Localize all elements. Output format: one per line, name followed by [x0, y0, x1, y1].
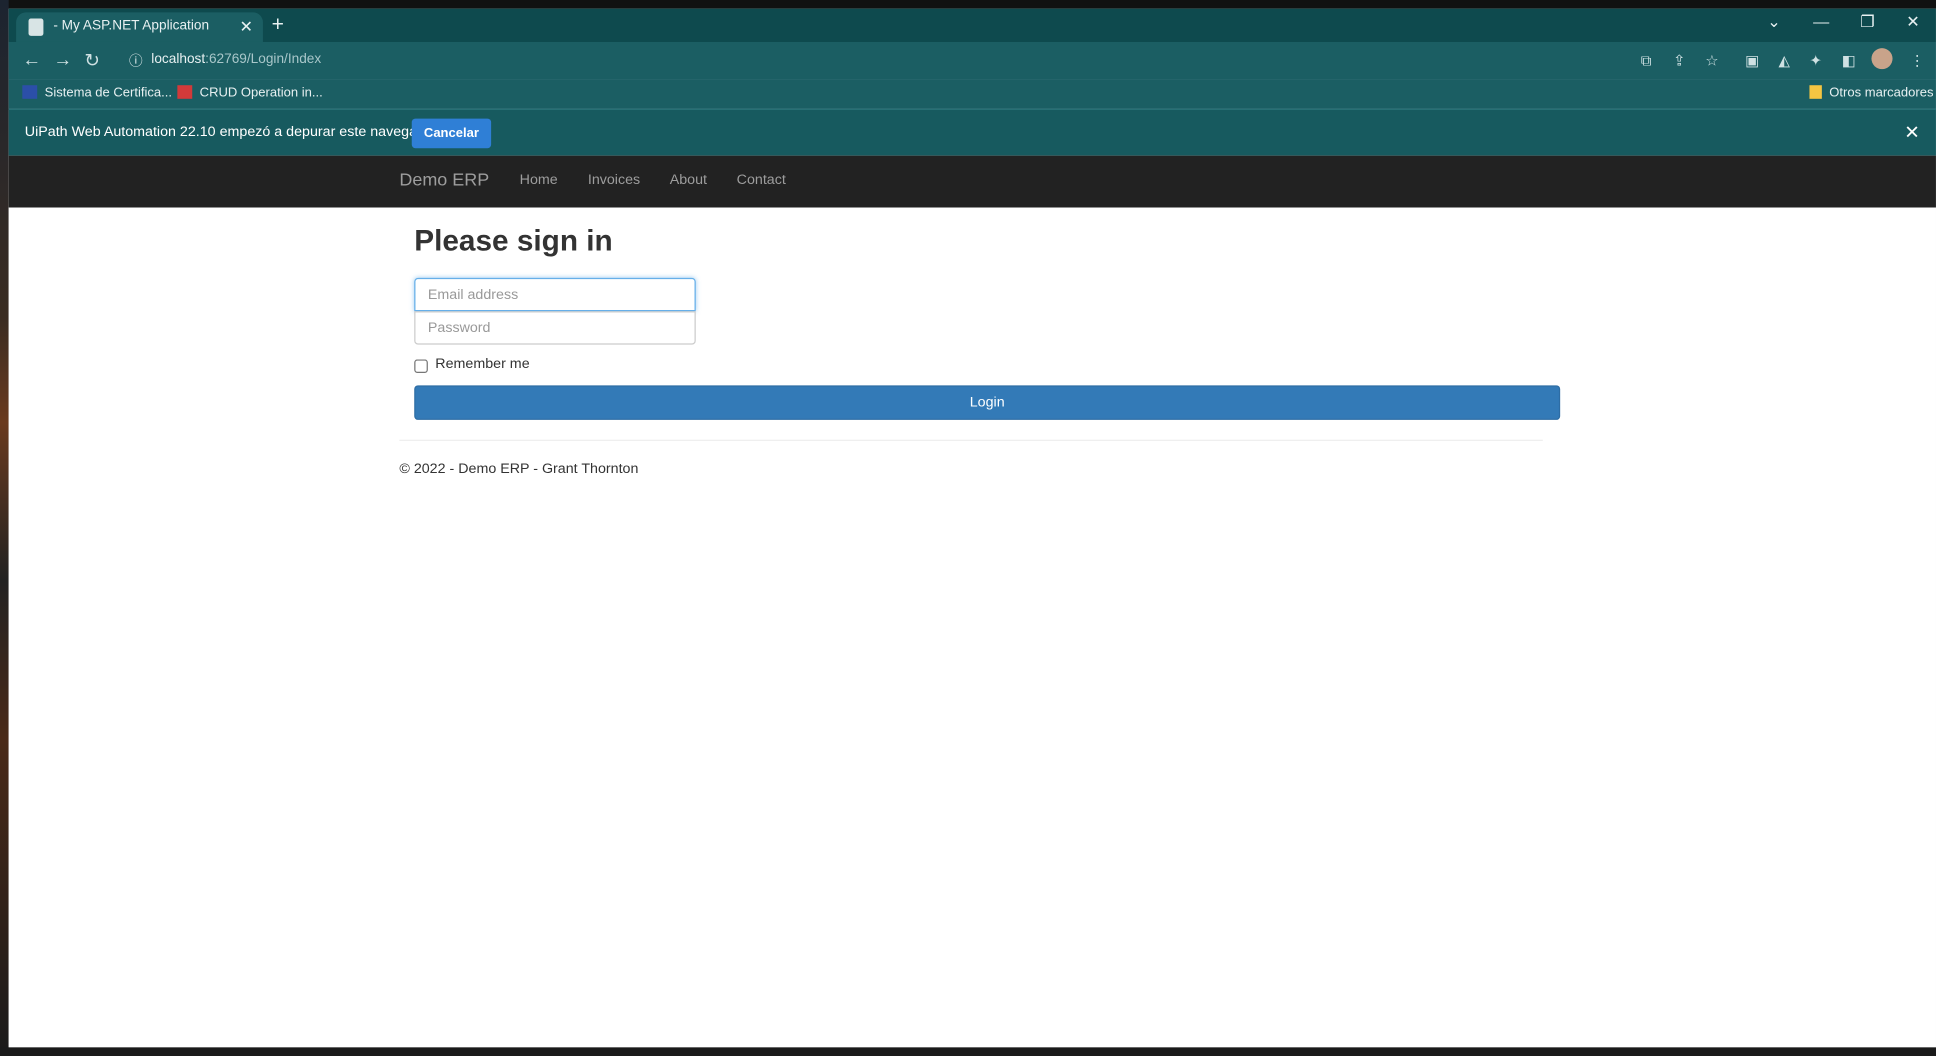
browser-window: - My ASP.NET Application ✕ + ⌄ — ❐ ✕ ← →… — [8, 8, 1936, 1048]
back-icon[interactable]: ← — [22, 49, 41, 70]
bookmarks-bar: Sistema de Certifica... CRUD Operation i… — [8, 79, 1936, 109]
email-field[interactable] — [414, 277, 696, 312]
share-icon[interactable]: ⇪ — [1673, 52, 1685, 69]
window-close-icon[interactable]: ✕ — [1906, 12, 1920, 32]
web-page: Demo ERP Home Invoices About Contact Ple… — [8, 155, 1936, 1048]
url-text: localhost:62769/Login/Index — [151, 51, 322, 67]
infobar-close-icon[interactable]: ✕ — [1904, 121, 1920, 143]
title-bar: - My ASP.NET Application ✕ + ⌄ — ❐ ✕ — [8, 8, 1936, 42]
site-info-icon[interactable]: ⓘ — [129, 51, 143, 71]
minimize-icon[interactable]: — — [1813, 12, 1829, 31]
menu-icon[interactable]: ⋮ — [1910, 52, 1925, 69]
extension-icon[interactable]: ◭ — [1778, 52, 1789, 69]
bookmark-favicon-icon — [22, 85, 38, 99]
tab-title: - My ASP.NET Application — [53, 18, 210, 34]
infobar-message: UiPath Web Automation 22.10 empezó a dep… — [24, 124, 438, 140]
tab-search-icon[interactable]: ⌄ — [1767, 12, 1781, 32]
browser-toolbar: ← → ↻ ⓘ localhost:62769/Login/Index ⧉ ⇪ … — [8, 41, 1936, 80]
folder-icon — [1809, 85, 1822, 99]
nav-about[interactable]: About — [670, 173, 707, 188]
nav-contact[interactable]: Contact — [737, 173, 786, 188]
restore-icon[interactable]: ❐ — [1860, 12, 1874, 32]
address-bar[interactable]: ⓘ localhost:62769/Login/Index — [118, 46, 1730, 76]
footer-divider — [399, 439, 1543, 441]
footer-text: © 2022 - Demo ERP - Grant Thornton — [399, 461, 639, 477]
desktop-background — [0, 0, 9, 1056]
side-panel-icon[interactable]: ◧ — [1842, 52, 1856, 69]
bookmark-star-icon[interactable]: ☆ — [1705, 52, 1718, 69]
forward-icon[interactable]: → — [53, 49, 72, 70]
new-tab-button[interactable]: + — [272, 12, 284, 37]
brand-link[interactable]: Demo ERP — [399, 170, 489, 190]
remember-me-checkbox[interactable] — [414, 359, 428, 374]
reload-icon[interactable]: ↻ — [84, 49, 100, 72]
page-title: Please sign in — [414, 224, 613, 259]
translate-icon[interactable]: ⧉ — [1641, 52, 1652, 71]
bookmark-item[interactable]: CRUD Operation in... — [177, 85, 323, 100]
taskbar — [0, 1047, 1936, 1056]
extensions-puzzle-icon[interactable]: ✦ — [1809, 52, 1821, 69]
password-field[interactable] — [414, 311, 696, 345]
site-navbar: Demo ERP Home Invoices About Contact — [8, 155, 1936, 208]
remember-me-label[interactable]: Remember me — [435, 357, 529, 372]
tab-close-icon[interactable]: ✕ — [239, 17, 253, 37]
login-button[interactable]: Login — [414, 385, 1561, 420]
cancel-button[interactable]: Cancelar — [411, 118, 492, 149]
other-bookmarks[interactable]: Otros marcadores — [1809, 85, 1934, 100]
bookmark-favicon-icon — [177, 85, 193, 99]
page-icon — [28, 18, 44, 36]
profile-avatar[interactable] — [1871, 48, 1893, 70]
extension-translate-icon[interactable]: ▣ — [1745, 52, 1759, 69]
nav-invoices[interactable]: Invoices — [588, 173, 640, 188]
browser-tab[interactable]: - My ASP.NET Application ✕ — [16, 12, 263, 42]
nav-home[interactable]: Home — [520, 173, 558, 188]
screen: - My ASP.NET Application ✕ + ⌄ — ❐ ✕ ← →… — [0, 0, 1936, 1056]
debug-infobar: UiPath Web Automation 22.10 empezó a dep… — [8, 108, 1936, 156]
bookmark-item[interactable]: Sistema de Certifica... — [22, 85, 172, 100]
